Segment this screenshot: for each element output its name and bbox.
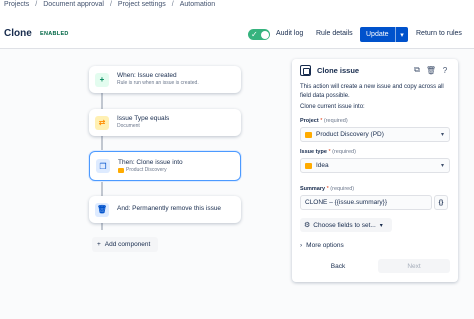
config-panel: Clone issue ⧉ 🗑 ? This action will creat… [292,59,458,282]
add-component-label: Add component [104,241,151,248]
status-badge: ENABLED [40,31,69,37]
choose-fields-button[interactable]: ⚙ Choose fields to set... ▾ [300,218,392,232]
node-title: Issue Type equals [117,115,170,123]
breadcrumb-automation[interactable]: Automation [180,1,215,8]
panel-title: Clone issue [317,65,360,75]
required-text: (required) [330,186,355,192]
breadcrumb-document-approval[interactable]: Document approval [43,1,104,8]
panel-subtitle: Clone current issue into: [300,104,365,110]
breadcrumb-separator: / [109,1,112,8]
trigger-node[interactable]: + When: Issue created Rule is run when a… [89,66,241,93]
update-button-label: Update [366,31,389,38]
required-text: (required) [323,118,348,124]
check-icon: ✓ [251,30,258,39]
node-subtitle-text: Product Discovery [126,166,167,173]
gear-icon: ⚙ [304,222,311,229]
help-icon[interactable]: ? [440,65,450,75]
node-title: Then: Clone issue into [118,158,183,166]
copy-icon [300,64,311,76]
clone-action-node[interactable]: ❐ Then: Clone issue into Product Discove… [89,151,241,181]
chevron-down-icon[interactable]: ▾ [395,27,408,42]
audit-log-link[interactable]: Audit log [276,30,303,37]
project-icon [118,167,124,173]
summary-input[interactable]: CLONE – {{issue.summary}} [300,195,432,210]
project-label: Project * (required) [300,118,348,124]
chevron-down-icon: ▾ [440,163,444,169]
summary-label: Summary * (required) [300,186,354,192]
copy-icon: ❐ [96,159,110,173]
page-title: Clone [4,28,32,39]
panel-header: Clone issue ⧉ 🗑 ? [300,63,450,77]
node-subtitle: Product Discovery [118,167,183,173]
issue-type-value: Idea [316,162,329,169]
back-button[interactable]: Back [300,259,376,273]
breadcrumb-project-settings[interactable]: Project settings [118,1,166,8]
summary-label-text: Summary [300,186,326,192]
more-options-toggle[interactable]: › More options [300,242,344,249]
trash-icon[interactable]: 🗑 [426,65,436,75]
title-bar: Clone ENABLED ✓ Audit log Rule details U… [4,26,470,44]
breadcrumb: Projects / Document approval / Project s… [4,1,215,8]
more-options-label: More options [306,242,344,249]
shuffle-icon: ⇄ [95,115,109,130]
plus-icon: + [97,241,101,248]
node-subtitle: Document [117,123,140,130]
breadcrumb-projects[interactable]: Projects [4,1,29,8]
breadcrumb-separator: / [35,1,38,8]
choose-fields-label: Choose fields to set... [313,221,376,229]
project-value: Product Discovery (PD) [316,131,384,138]
required-asterisk: * [328,149,331,155]
project-icon [305,131,312,138]
project-select[interactable]: Product Discovery (PD) ▾ [300,127,450,142]
required-asterisk: * [320,118,323,124]
required-asterisk: * [326,186,329,192]
required-text: (required) [332,149,356,155]
copy-icon[interactable]: ⧉ [412,65,422,75]
toggle-knob [260,30,269,39]
return-to-rules-link[interactable]: Return to rules [416,30,462,37]
condition-node[interactable]: ⇄ Issue Type equals Document [89,109,241,136]
next-button[interactable]: Next [378,259,450,273]
issue-type-label-text: Issue type [300,149,327,155]
chevron-down-icon: ▾ [440,132,444,138]
issue-type-label: Issue type * (required) [300,149,356,155]
rule-enabled-toggle[interactable]: ✓ [248,29,270,40]
node-subtitle: Rule is run when an issue is created. [117,80,199,87]
chevron-down-icon: ▾ [379,222,383,229]
update-button[interactable]: Update ▾ [360,27,408,42]
project-label-text: Project [300,118,319,124]
trash-icon: 🗑 [95,202,109,217]
issue-type-select[interactable]: Idea ▾ [300,158,450,173]
smart-value-button[interactable]: {} [434,195,448,210]
idea-icon [305,162,312,169]
rule-details-link[interactable]: Rule details [316,30,353,37]
node-title: When: Issue created [117,72,177,80]
plus-icon: + [95,72,109,87]
panel-description: This action will create a new issue and … [300,84,444,99]
chevron-right-icon: › [300,242,303,249]
add-component-button[interactable]: + Add component [92,237,158,252]
node-title: And: Permanently remove this issue [117,205,222,213]
breadcrumb-separator: / [171,1,174,8]
delete-action-node[interactable]: 🗑 And: Permanently remove this issue [89,196,241,223]
